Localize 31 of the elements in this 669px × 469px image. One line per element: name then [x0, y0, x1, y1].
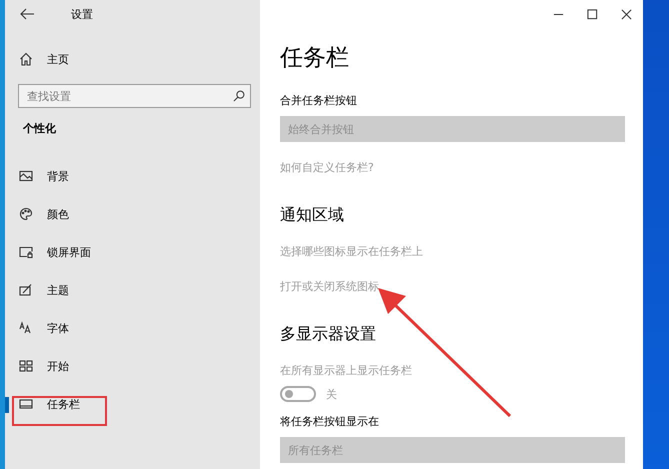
- sidebar-item[interactable]: 任务栏: [5, 385, 260, 423]
- sidebar-item[interactable]: 背景: [5, 157, 260, 195]
- picture-icon: [19, 169, 33, 183]
- sidebar-item[interactable]: 颜色: [5, 195, 260, 233]
- lock-screen-icon: [19, 245, 33, 259]
- setting-label: 在所有显示器上显示任务栏: [280, 363, 413, 378]
- page-title: 任务栏: [280, 44, 350, 73]
- toggle-state-label: 关: [326, 386, 337, 402]
- section-heading: 多显示器设置: [280, 324, 377, 345]
- setting-label: 合并任务栏按钮: [280, 93, 358, 108]
- back-arrow-icon[interactable]: [19, 8, 35, 20]
- section-heading: 通知区域: [280, 205, 345, 226]
- selection-indicator: [5, 397, 9, 413]
- brush-icon: [19, 283, 33, 297]
- sidebar-item[interactable]: 主题: [5, 271, 260, 309]
- home-icon: [19, 52, 33, 66]
- search-icon: [233, 90, 245, 102]
- sidebar-item[interactable]: 字体: [5, 309, 260, 347]
- sidebar-item[interactable]: 开始: [5, 347, 260, 385]
- maximize-icon[interactable]: [586, 8, 598, 20]
- setting-label: 将任务栏按钮显示在: [280, 414, 380, 429]
- window-title: 设置: [71, 6, 93, 22]
- start-tiles-icon: [19, 359, 33, 373]
- palette-icon: [19, 207, 33, 221]
- sidebar-item[interactable]: 锁屏界面: [5, 233, 260, 271]
- font-icon: [19, 321, 33, 335]
- taskbar-icon: [19, 397, 33, 411]
- close-icon[interactable]: [620, 8, 632, 20]
- search-field[interactable]: 查找设置: [18, 84, 251, 108]
- home-nav-item[interactable]: 主页: [5, 40, 260, 78]
- section-title: 个性化: [23, 121, 57, 136]
